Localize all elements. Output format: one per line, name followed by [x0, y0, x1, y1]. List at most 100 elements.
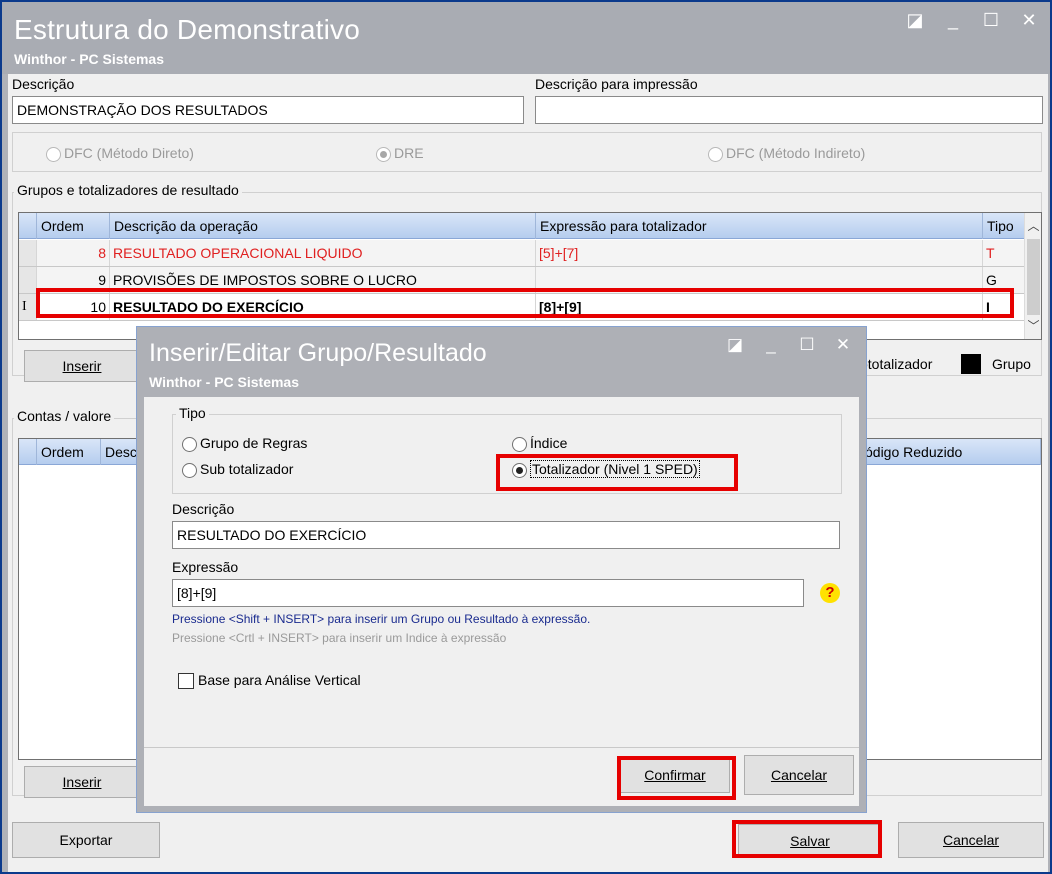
main-title-bar[interactable]: Estrutura do Demonstrativo Winthor - PC … [2, 2, 1050, 74]
col-expressao[interactable]: Expressão para totalizador [536, 213, 983, 239]
contas-label: Contas / valore [14, 408, 115, 424]
tipo-groupbox [172, 414, 842, 494]
dialog-body: Tipo Grupo de Regras Sub totalizador Índ… [144, 397, 859, 806]
radio-sub-totalizador-label: Sub totalizador [200, 461, 294, 477]
expressao-label: Expressão [172, 559, 239, 575]
close-icon[interactable]: ✕ [832, 335, 854, 355]
grupos-grid-header: Ordem Descrição da operação Expressão pa… [19, 213, 1025, 239]
cell-ordem: 8 [37, 240, 110, 266]
expressao-input[interactable]: [8]+[9] [172, 579, 804, 607]
radio-dfc-indireto[interactable]: DFC (Método Indireto) [708, 145, 865, 162]
radio-dfc-indireto-icon [708, 146, 723, 162]
cancelar-button[interactable]: Cancelar [898, 822, 1044, 858]
inserir-grupo-button[interactable]: Inserir [24, 350, 140, 382]
base-analise-checkbox[interactable]: Base para Análise Vertical [178, 672, 361, 690]
row-indicator [19, 240, 37, 266]
radio-indice[interactable]: Índice [512, 435, 567, 452]
descricao-label: Descrição [12, 76, 75, 92]
help-icon[interactable]: ? [820, 583, 840, 603]
radio-indice-label: Índice [530, 435, 568, 451]
grid-indicator-header [19, 213, 37, 239]
dialog-cancelar-label: Cancelar [770, 767, 828, 783]
dialog-separator [144, 747, 859, 748]
radio-sub-totalizador[interactable]: Sub totalizador [182, 461, 293, 478]
scroll-down-icon[interactable]: ﹀ [1025, 317, 1041, 335]
descricao-impressao-input[interactable] [535, 96, 1043, 124]
radio-dre-label: DRE [394, 145, 424, 161]
legend-grupo: Grupo [992, 356, 1031, 372]
minimize-icon[interactable]: _ [942, 10, 964, 31]
cell-ordem: 9 [37, 267, 110, 293]
table-row-selected[interactable]: I 10 RESULTADO DO EXERCÍCIO [8]+[9] I [19, 294, 1025, 321]
confirmar-label: Confirmar [644, 767, 706, 783]
salvar-button[interactable]: Salvar [738, 824, 882, 858]
hint-shift-insert: Pressione <Shift + INSERT> para inserir … [172, 612, 591, 626]
col-ordem[interactable]: Ordem [37, 439, 101, 465]
cell-expressao [536, 267, 983, 293]
window-controls: ◪ _ ☐ ✕ [904, 10, 1040, 31]
descricao-label: Descrição [172, 501, 235, 517]
restore-icon[interactable]: ◪ [904, 10, 926, 31]
cell-ordem: 10 [37, 294, 110, 320]
descricao-input[interactable]: DEMONSTRAÇÃO DOS RESULTADOS [12, 96, 524, 124]
row-indicator [19, 267, 37, 293]
radio-totalizador-label: Totalizador (Nivel 1 SPED) [530, 460, 700, 478]
cell-descricao: PROVISÕES DE IMPOSTOS SOBRE O LUCRO [110, 267, 536, 293]
minimize-icon[interactable]: _ [760, 335, 782, 355]
cell-descricao: RESULTADO OPERACIONAL LIQUIDO [110, 240, 536, 266]
legend-grupo-swatch [961, 354, 981, 374]
radio-dfc-direto[interactable]: DFC (Método Direto) [46, 145, 194, 162]
cell-descricao: RESULTADO DO EXERCÍCIO [110, 294, 536, 320]
cancelar-label: Cancelar [942, 832, 1000, 848]
tipo-label: Tipo [176, 405, 209, 421]
grupos-grid: Ordem Descrição da operação Expressão pa… [18, 212, 1042, 340]
maximize-icon[interactable]: ☐ [980, 10, 1002, 31]
restore-icon[interactable]: ◪ [724, 335, 746, 355]
radio-indice-icon [512, 436, 527, 452]
radio-dre[interactable]: DRE [376, 145, 424, 162]
legend-subtotalizador: ototalizador [860, 356, 933, 372]
base-analise-label: Base para Análise Vertical [198, 672, 361, 688]
radio-totalizador[interactable]: Totalizador (Nivel 1 SPED) [512, 460, 700, 478]
table-row[interactable]: 8 RESULTADO OPERACIONAL LIQUIDO [5]+[7] … [19, 240, 1025, 267]
row-indicator: I [19, 294, 37, 320]
window-title: Estrutura do Demonstrativo [14, 14, 361, 45]
table-row[interactable]: 9 PROVISÕES DE IMPOSTOS SOBRE O LUCRO G [19, 267, 1025, 294]
dialog-title: Inserir/Editar Grupo/Resultado [149, 339, 487, 367]
inserir-conta-label: Inserir [62, 774, 102, 790]
dialog-cancelar-button[interactable]: Cancelar [744, 755, 854, 795]
edit-group-dialog: Inserir/Editar Grupo/Resultado Winthor -… [136, 326, 867, 813]
col-codigo-reduzido[interactable]: ódigo Reduzido [861, 439, 1041, 465]
dialog-window-controls: ◪ _ ☐ ✕ [724, 335, 854, 355]
radio-dfc-indireto-label: DFC (Método Indireto) [726, 145, 866, 161]
exportar-button[interactable]: Exportar [12, 822, 160, 858]
window-subtitle: Winthor - PC Sistemas [14, 51, 165, 67]
cell-expressao: [5]+[7] [536, 240, 983, 266]
grupos-grid-scrollbar[interactable]: ︿ ﹀ [1024, 213, 1041, 339]
radio-grupo-regras[interactable]: Grupo de Regras [182, 435, 307, 452]
cell-tipo: T [983, 240, 1025, 266]
radio-sub-totalizador-icon [182, 462, 197, 478]
grid-indicator-header [19, 439, 37, 465]
close-icon[interactable]: ✕ [1018, 10, 1040, 31]
radio-dre-icon [376, 146, 391, 162]
radio-dfc-direto-icon [46, 146, 61, 162]
grupos-label: Grupos e totalizadores de resultado [14, 182, 242, 198]
radio-totalizador-icon [512, 462, 527, 478]
scroll-up-icon[interactable]: ︿ [1025, 217, 1041, 235]
maximize-icon[interactable]: ☐ [796, 335, 818, 355]
col-ordem[interactable]: Ordem [37, 213, 110, 239]
inserir-grupo-label: Inserir [62, 358, 102, 374]
descricao-input[interactable]: RESULTADO DO EXERCÍCIO [172, 521, 840, 549]
radio-dfc-direto-label: DFC (Método Direto) [64, 145, 194, 161]
col-descricao[interactable]: Descrição da operação [110, 213, 536, 239]
scroll-thumb[interactable] [1027, 239, 1040, 315]
radio-grupo-regras-icon [182, 436, 197, 452]
checkbox-icon [178, 673, 194, 690]
exportar-label: Exportar [59, 832, 113, 848]
inserir-conta-button[interactable]: Inserir [24, 766, 140, 798]
col-tipo[interactable]: Tipo [983, 213, 1025, 239]
confirmar-button[interactable]: Confirmar [620, 757, 730, 793]
cell-tipo: I [983, 294, 1025, 320]
descricao-impressao-label: Descrição para impressão [535, 76, 698, 92]
